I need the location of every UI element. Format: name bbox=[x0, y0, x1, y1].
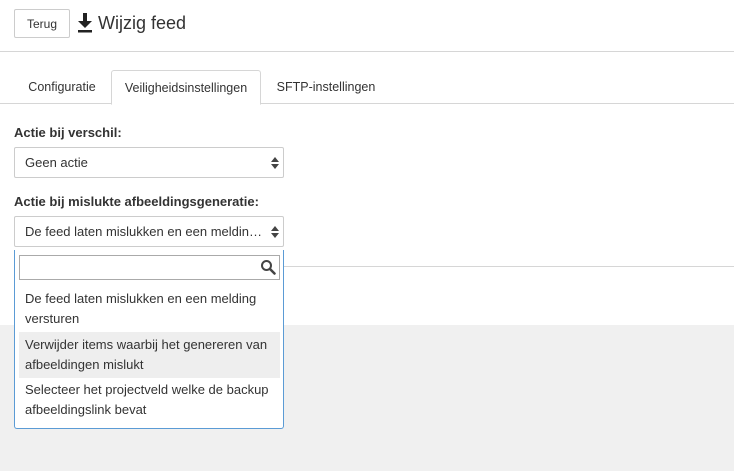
back-button[interactable]: Terug bbox=[14, 9, 70, 38]
dropdown-option-highlighted[interactable]: Verwijder items waarbij het genereren va… bbox=[19, 332, 280, 378]
download-icon bbox=[78, 13, 92, 33]
page-header: Terug Wijzig feed bbox=[0, 0, 734, 52]
tab-bar: Configuratie Veiligheidsinstellingen SFT… bbox=[0, 70, 734, 105]
sort-caret-icon bbox=[271, 226, 279, 238]
page-title: Wijzig feed bbox=[98, 13, 187, 33]
image-fail-action-select[interactable]: De feed laten mislukken en een melding v… bbox=[14, 216, 284, 247]
image-fail-action-value: De feed laten mislukken en een melding v… bbox=[25, 224, 263, 239]
section-divider bbox=[283, 266, 734, 267]
tab-sftp-instellingen[interactable]: SFTP-instellingen bbox=[264, 70, 388, 104]
dropdown-search-box bbox=[19, 255, 280, 280]
dropdown-option[interactable]: De feed laten mislukken en een melding v… bbox=[19, 287, 280, 332]
tab-configuratie[interactable]: Configuratie bbox=[14, 70, 110, 104]
dropdown-search-input[interactable] bbox=[20, 256, 260, 279]
diff-action-select[interactable]: Geen actie bbox=[14, 147, 284, 178]
image-fail-action-dropdown: De feed laten mislukken en een melding v… bbox=[14, 250, 284, 429]
search-icon bbox=[261, 260, 276, 275]
dropdown-option[interactable]: Selecteer het projectveld welke de backu… bbox=[19, 378, 280, 424]
diff-action-value: Geen actie bbox=[25, 155, 88, 170]
tab-veiligheidsinstellingen[interactable]: Veiligheidsinstellingen bbox=[111, 70, 261, 105]
sort-caret-icon bbox=[271, 157, 279, 169]
diff-action-label: Actie bij verschil: bbox=[14, 125, 122, 140]
image-fail-action-label: Actie bij mislukte afbeeldingsgeneratie: bbox=[14, 194, 259, 209]
